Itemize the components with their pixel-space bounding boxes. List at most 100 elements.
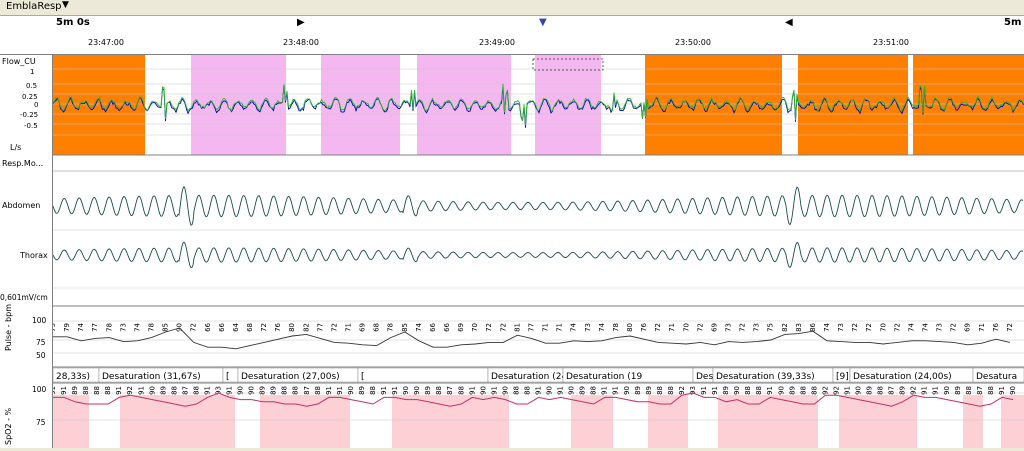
spo2-value-label: 89 xyxy=(645,386,653,395)
pulse-value-label: 75 xyxy=(767,323,775,332)
spo2-value-label: 89 xyxy=(866,386,874,395)
spo2-value-label: 91 xyxy=(204,386,212,395)
spo2-label[interactable]: SpO2 - % xyxy=(4,408,13,445)
spo2-value-label: 90 xyxy=(733,386,741,395)
spo2-value-label: 88 xyxy=(810,386,818,395)
pulse-value-label: 85 xyxy=(401,323,409,332)
spo2-value-label: 89 xyxy=(788,386,796,395)
pulse-value-label: 69 xyxy=(457,323,465,332)
pulse-value-label: 79 xyxy=(53,323,57,332)
spo2-value-label: 91 xyxy=(490,386,498,395)
flow-event-orange xyxy=(645,55,782,155)
spo2-value-label: 91 xyxy=(325,386,333,395)
spo2-value-label: 89 xyxy=(270,386,278,395)
spo2-value-label: 88 xyxy=(656,386,664,395)
spo2-value-label: 88 xyxy=(512,386,520,395)
pulse-value-label: 66 xyxy=(429,322,437,331)
spo2-value-label: 90 xyxy=(248,386,256,395)
pulse-value-label: 74 xyxy=(133,322,141,331)
spo2-value-label: 88 xyxy=(667,386,675,395)
pulse-value-label: 82 xyxy=(302,323,310,332)
spo2-value-label: 90 xyxy=(237,386,245,395)
pulse-value-label: 74 xyxy=(77,322,85,331)
spo2-desat-region xyxy=(718,395,818,448)
pulse-value-label: 79 xyxy=(63,323,71,332)
spo2-value-label: 91 xyxy=(711,386,719,395)
pulse-value-label: 76 xyxy=(992,322,1000,331)
abdomen-label[interactable]: Abdomen xyxy=(2,201,40,210)
cursor-marker-icon[interactable]: ▼ xyxy=(539,17,547,28)
spo2-value-label: 91 xyxy=(115,386,123,395)
pulse-value-label: 73 xyxy=(837,323,845,332)
spo2-value-label: 91 xyxy=(700,386,708,395)
spo2-value-label: 89 xyxy=(71,386,79,395)
pulse-value-label: 76 xyxy=(274,322,282,331)
app-title: EmblaResp xyxy=(6,1,62,12)
pulse-value-label: 82 xyxy=(781,323,789,332)
spo2-value-label: 89 xyxy=(899,386,907,395)
spo2-value-label: 90 xyxy=(148,386,156,395)
spo2-desat-region xyxy=(120,395,235,448)
spo2-value-label: 88 xyxy=(170,386,178,395)
pulse-value-label: 72 xyxy=(739,323,747,332)
event-box xyxy=(358,368,488,382)
spo2-value-label: 91 xyxy=(137,386,145,395)
flow-label[interactable]: Flow_CU xyxy=(2,57,36,66)
flow-event-pink xyxy=(417,55,511,155)
spo2-value-label: 88 xyxy=(104,386,112,395)
pulse-value-label: 73 xyxy=(936,323,944,332)
pulse-value-label: 76 xyxy=(640,322,648,331)
pulse-value-label: 70 xyxy=(879,323,887,332)
thorax-label[interactable]: Thorax xyxy=(20,251,48,260)
range-start-marker-icon[interactable]: ▶ xyxy=(297,17,305,28)
event-label: [ xyxy=(226,372,230,382)
pulse-value-label: 78 xyxy=(105,323,113,332)
time-tick: 23:51:00 xyxy=(873,38,909,47)
spo2-desat-region xyxy=(392,395,509,448)
pulse-value-label: 72 xyxy=(485,323,493,332)
range-end-marker-icon[interactable]: ◀ xyxy=(785,17,793,28)
pulse-value-label: 78 xyxy=(387,323,395,332)
spo2-value-label: 91 xyxy=(557,386,565,395)
pulse-value-label: 72 xyxy=(330,323,338,332)
spo2-value-label: 89 xyxy=(954,386,962,395)
spo2-value-label: 89 xyxy=(259,386,267,395)
pulse-value-label: 77 xyxy=(316,323,324,332)
time-header[interactable]: 5m 0s 5m ▶ ▼ ◀ 23:47:00 23:48:00 23:49:0… xyxy=(0,16,1024,55)
flow-tick: 0.5 xyxy=(26,82,37,90)
spo2-value-label: 90 xyxy=(943,386,951,395)
window-length-left: 5m 0s xyxy=(56,17,90,28)
pulse-value-label: 72 xyxy=(865,323,873,332)
pulse-value-label: 80 xyxy=(626,323,634,332)
pulse-value-label: 72 xyxy=(851,323,859,332)
spo2-value-label: 88 xyxy=(281,386,289,395)
spo2-value-label: 87 xyxy=(303,386,311,395)
pulse-value-label: 72 xyxy=(499,323,507,332)
event-label: Desaturation (24,00s) xyxy=(853,372,952,382)
flow-tick: 1 xyxy=(30,68,34,76)
spo2-value-label: 91 xyxy=(535,386,543,395)
spo2-value-label: 91 xyxy=(380,386,388,395)
pulse-label[interactable]: Pulse - bpm xyxy=(4,304,13,351)
spo2-value-label: 91 xyxy=(336,386,344,395)
spo2-value-label: 90 xyxy=(413,386,421,395)
spo2-desat-region xyxy=(53,395,89,448)
pulse-value-label: 72 xyxy=(696,323,704,332)
pulse-value-label: 72 xyxy=(950,323,958,332)
pulse-value-label: 73 xyxy=(753,323,761,332)
window-titlebar[interactable]: EmblaResp ▼ xyxy=(0,0,1024,16)
signal-traces[interactable]: 79 79 74 77 78 73 74 78 85 90 72 66 66 64 68 72 76 80 82 77… xyxy=(53,55,1024,448)
spo2-value-label: 88 xyxy=(987,386,995,395)
pulse-tick: 100 xyxy=(32,316,46,325)
pulse-value-label: 74 xyxy=(415,322,423,331)
spo2-value-label: 91 xyxy=(932,386,940,395)
pulse-value-label: 71 xyxy=(556,323,564,332)
pulse-value-label: 77 xyxy=(528,323,536,332)
pulse-value-label: 86 xyxy=(809,322,817,331)
spo2-value-label: 91 xyxy=(766,386,774,395)
signal-plot-area[interactable]: 79 79 74 77 78 73 74 78 85 90 72 66 66 64 68 72 76 80 82 77… xyxy=(53,55,1024,448)
pulse-value-label: 71 xyxy=(345,323,353,332)
spo2-value-label: 88 xyxy=(314,386,322,395)
dropdown-arrow-icon[interactable]: ▼ xyxy=(62,0,69,10)
resp-label[interactable]: Resp.Mo... xyxy=(2,159,43,168)
